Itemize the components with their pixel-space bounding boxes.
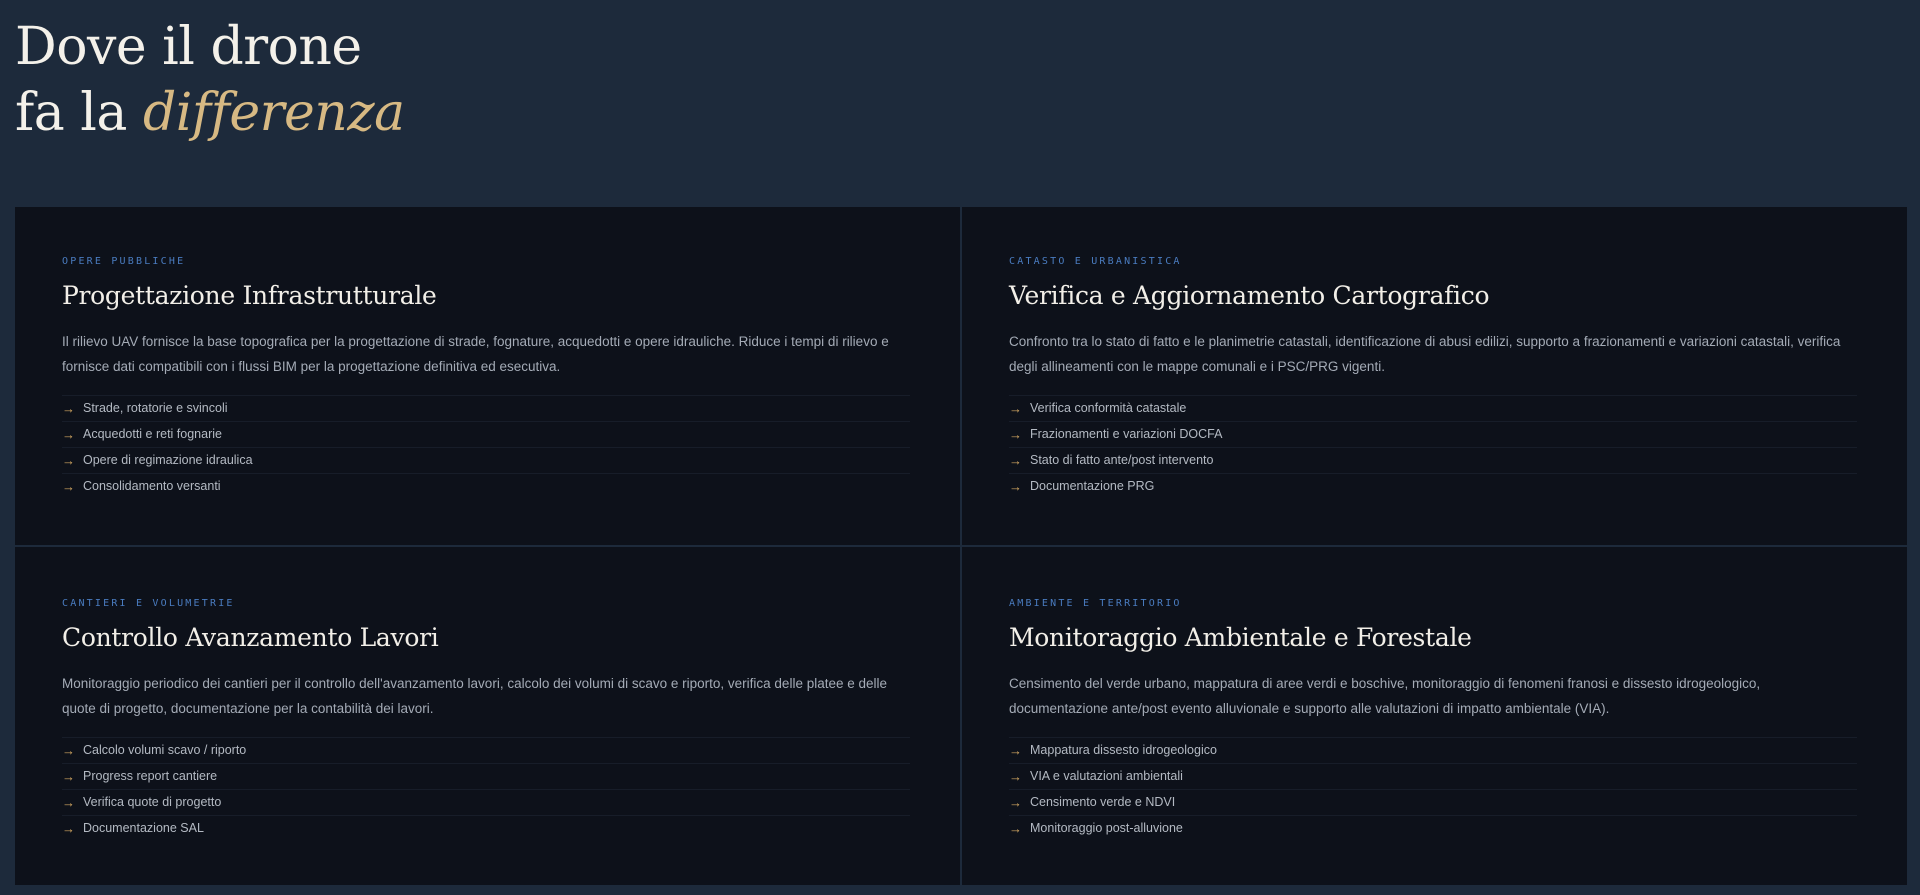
- list-item-label: Verifica conformità catastale: [1030, 401, 1187, 415]
- card-feature-list: → Strade, rotatorie e svincoli → Acquedott…: [62, 395, 910, 499]
- service-card-ambiente: AMBIENTE E TERRITORIO Monitoraggio Ambie…: [962, 547, 1907, 885]
- list-item-label: Strade, rotatorie e svincoli: [83, 401, 228, 415]
- card-category: OPERE PUBBLICHE: [62, 256, 186, 267]
- service-card-cantieri: CANTIERI E VOLUMETRIE Controllo Avanzame…: [15, 547, 960, 885]
- card-title: Monitoraggio Ambientale e Forestale: [1009, 623, 1472, 652]
- list-item-label: Monitoraggio post-alluvione: [1030, 821, 1183, 835]
- list-item: → Consolidamento versanti: [62, 473, 910, 499]
- list-item: → Opere di regimazione idraulica: [62, 447, 910, 473]
- list-item-label: Calcolo volumi scavo / riporto: [83, 743, 247, 757]
- list-item: → VIA e valutazioni ambientali: [1009, 763, 1857, 789]
- hero-title-line-1: Dove il drone: [15, 17, 362, 77]
- card-description: Il rilievo UAV fornisce la base topograf…: [62, 334, 889, 374]
- arrow-right-icon: →: [1009, 453, 1022, 468]
- list-item-label: Mappatura dissesto idrogeologico: [1030, 743, 1217, 757]
- arrow-right-icon: →: [62, 427, 75, 442]
- arrow-right-icon: →: [1009, 769, 1022, 784]
- list-item-label: Verifica quote di progetto: [83, 795, 222, 809]
- list-item: → Calcolo volumi scavo / riporto: [62, 737, 910, 763]
- hero-title-accent: differenza: [142, 83, 405, 143]
- list-item: → Censimento verde e NDVI: [1009, 789, 1857, 815]
- arrow-right-icon: →: [62, 479, 75, 494]
- list-item-label: Censimento verde e NDVI: [1030, 795, 1176, 809]
- list-item-label: VIA e valutazioni ambientali: [1030, 769, 1183, 783]
- list-item: → Verifica quote di progetto: [62, 789, 910, 815]
- card-category: CANTIERI E VOLUMETRIE: [62, 598, 235, 609]
- hero-title-line-2-prefix: fa la: [15, 83, 143, 143]
- arrow-right-icon: →: [62, 795, 75, 810]
- card-description: Monitoraggio periodico dei cantieri per …: [62, 676, 888, 716]
- list-item: → Documentazione PRG: [1009, 473, 1857, 499]
- arrow-right-icon: →: [1009, 821, 1022, 836]
- arrow-right-icon: →: [62, 743, 75, 758]
- list-item: → Verifica conformità catastale: [1009, 395, 1857, 421]
- list-item: → Acquedotti e reti fognarie: [62, 421, 910, 447]
- list-item: → Documentazione SAL: [62, 815, 910, 841]
- arrow-right-icon: →: [62, 821, 75, 836]
- arrow-right-icon: →: [1009, 401, 1022, 416]
- service-card-infrastrutture: OPERE PUBBLICHE Progettazione Infrastrut…: [15, 207, 960, 545]
- card-feature-list: → Mappatura dissesto idrogeologico → VIA e…: [1009, 737, 1857, 841]
- arrow-right-icon: →: [1009, 479, 1022, 494]
- arrow-right-icon: →: [62, 401, 75, 416]
- card-category: CATASTO E URBANISTICA: [1009, 256, 1182, 267]
- list-item-label: Consolidamento versanti: [83, 479, 221, 493]
- list-item-label: Acquedotti e reti fognarie: [83, 427, 222, 441]
- list-item-label: Documentazione PRG: [1030, 479, 1155, 493]
- card-title: Progettazione Infrastrutturale: [62, 281, 437, 310]
- list-item: → Strade, rotatorie e svincoli: [62, 395, 910, 421]
- service-card-catasto: CATASTO E URBANISTICA Verifica e Aggiorn…: [962, 207, 1907, 545]
- card-title: Verifica e Aggiornamento Cartografico: [1009, 281, 1490, 310]
- list-item-label: Frazionamenti e variazioni DOCFA: [1030, 427, 1223, 441]
- arrow-right-icon: →: [1009, 427, 1022, 442]
- card-title: Controllo Avanzamento Lavori: [62, 623, 439, 652]
- list-item: → Frazionamenti e variazioni DOCFA: [1009, 421, 1857, 447]
- card-description: Censimento del verde urbano, mappatura d…: [1009, 676, 1761, 716]
- arrow-right-icon: →: [62, 769, 75, 784]
- arrow-right-icon: →: [62, 453, 75, 468]
- hero-title: Dove il drone fa la differenza: [15, 14, 405, 146]
- services-grid: OPERE PUBBLICHE Progettazione Infrastrut…: [15, 207, 1907, 885]
- arrow-right-icon: →: [1009, 743, 1022, 758]
- arrow-right-icon: →: [1009, 795, 1022, 810]
- card-description: Confronto tra lo stato di fatto e le pla…: [1009, 334, 1841, 374]
- list-item-label: Progress report cantiere: [83, 769, 218, 783]
- card-feature-list: → Calcolo volumi scavo / riporto → Progres…: [62, 737, 910, 841]
- card-category: AMBIENTE E TERRITORIO: [1009, 598, 1182, 609]
- list-item: → Mappatura dissesto idrogeologico: [1009, 737, 1857, 763]
- list-item-label: Documentazione SAL: [83, 821, 204, 835]
- card-feature-list: → Verifica conformità catastale → Fraziona…: [1009, 395, 1857, 499]
- list-item-label: Stato di fatto ante/post intervento: [1030, 453, 1214, 467]
- list-item: → Monitoraggio post-alluvione: [1009, 815, 1857, 841]
- list-item: → Progress report cantiere: [62, 763, 910, 789]
- list-item: → Stato di fatto ante/post intervento: [1009, 447, 1857, 473]
- list-item-label: Opere di regimazione idraulica: [83, 453, 253, 467]
